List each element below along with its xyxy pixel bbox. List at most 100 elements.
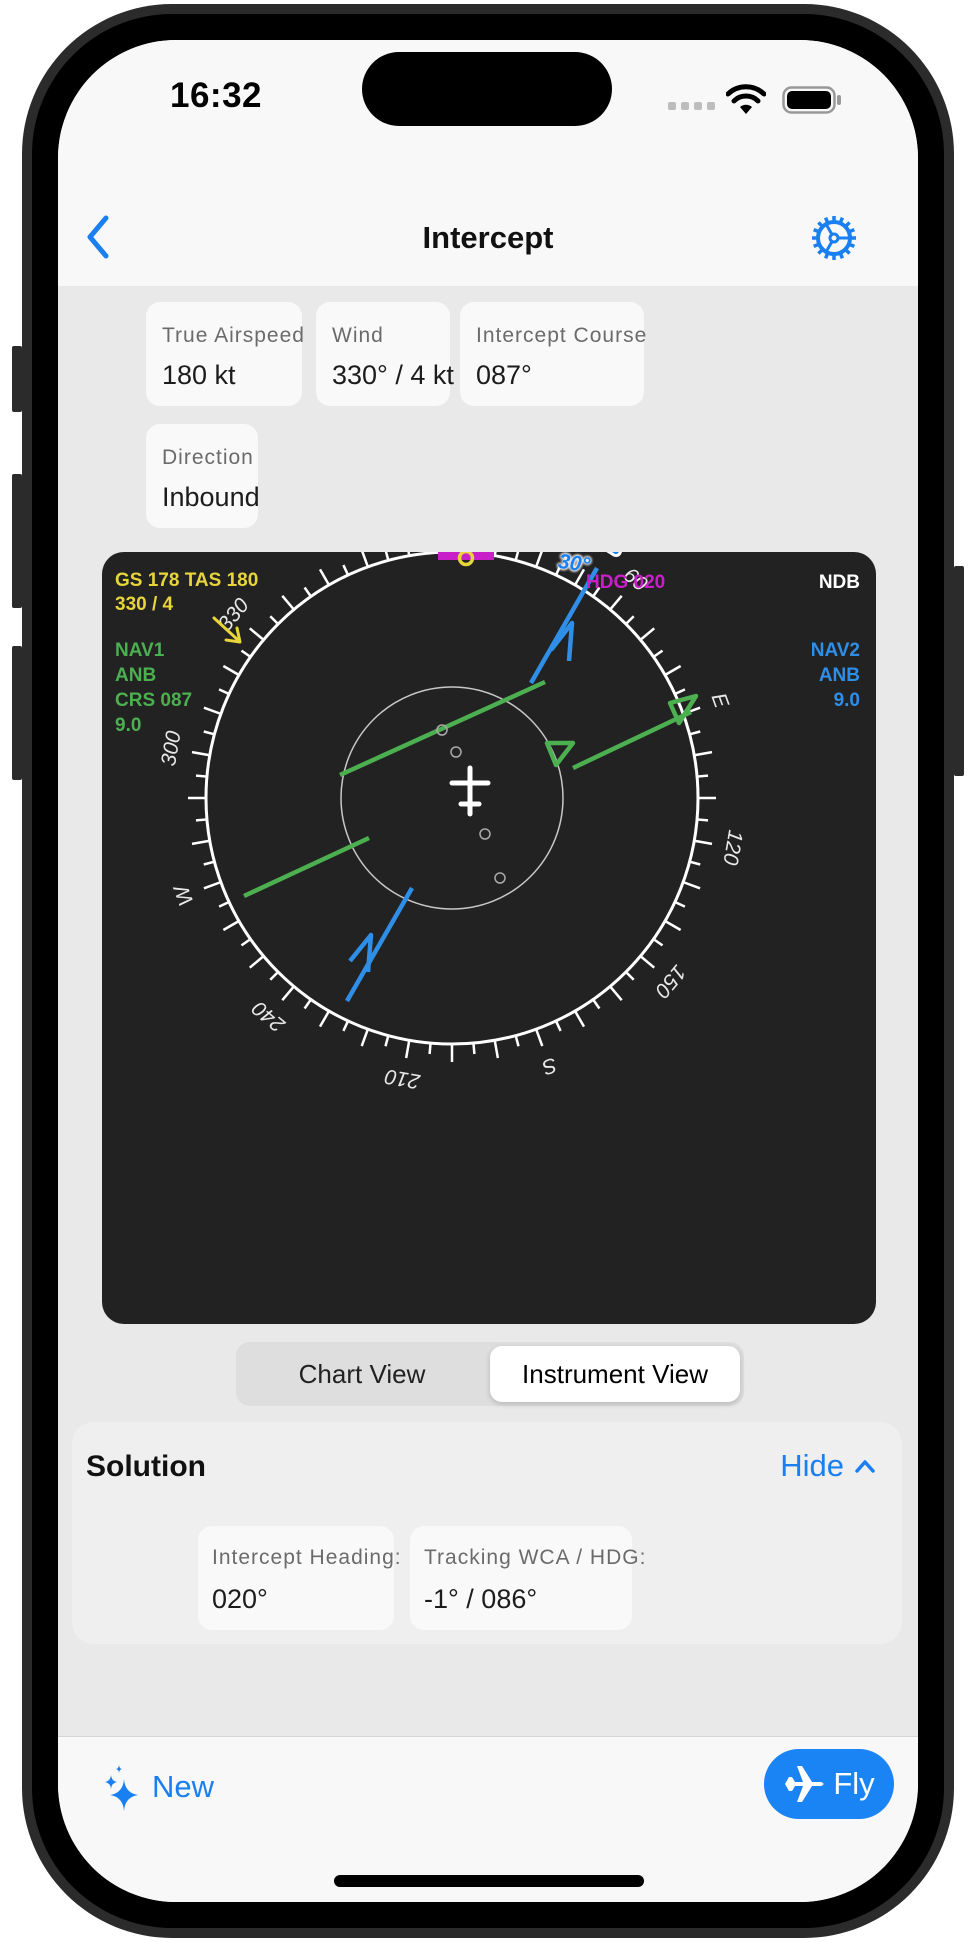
fly-button[interactable]: Fly	[764, 1749, 894, 1819]
compass-tick	[191, 750, 210, 757]
speed-readout: GS 178 TAS 180	[115, 570, 259, 591]
compass-tick	[248, 627, 265, 641]
intercept-course-field[interactable]: Intercept Course 087°	[460, 302, 648, 406]
compass-tick	[195, 774, 208, 778]
compass-tick	[534, 552, 543, 568]
volume-down-button	[12, 646, 22, 780]
compass-tick	[674, 900, 686, 908]
compass-tick	[248, 955, 265, 969]
airplane-icon	[785, 1766, 824, 1802]
compass-tick	[639, 955, 656, 969]
compass-tick	[203, 880, 222, 890]
status-time: 16:32	[170, 76, 263, 115]
field-value: 087°	[476, 360, 532, 390]
compass-tick	[696, 818, 709, 822]
intercept-heading-result: Intercept Heading: 020°	[198, 1526, 402, 1630]
compass-tick	[592, 998, 601, 1010]
nav1-course: CRS 087	[115, 690, 193, 711]
field-label: Intercept Course	[476, 324, 648, 347]
compass-cardinal-label: S	[539, 1053, 560, 1079]
nav1-title: NAV1	[115, 640, 165, 661]
direction-field[interactable]: Direction Inbound	[146, 424, 260, 528]
compass-degree-label: 150	[650, 960, 690, 1002]
field-value: 180 kt	[162, 360, 236, 390]
hide-label: Hide	[780, 1448, 844, 1483]
compass-tick	[534, 1028, 544, 1047]
result-value: 020°	[212, 1584, 268, 1614]
field-value: 330° / 4 kt	[332, 360, 454, 390]
compass-tick	[493, 1040, 500, 1059]
compass-cardinal-label: E	[707, 690, 734, 712]
page-title: Intercept	[422, 220, 554, 255]
compass-tick	[429, 552, 432, 554]
compass-tick	[573, 1010, 586, 1028]
cellular-signal-icon	[668, 102, 715, 110]
hsi-instrument[interactable]: N3060E120150S210240W300330	[102, 552, 876, 1324]
result-value: -1° / 086°	[424, 1584, 538, 1614]
wind-readout: 330 / 4	[115, 594, 174, 615]
field-label: Direction	[162, 446, 254, 469]
turn-amount-label: 30°	[556, 552, 592, 578]
sparkles-icon	[105, 1765, 138, 1811]
compass-tick	[342, 564, 350, 576]
true-airspeed-field[interactable]: True Airspeed 180 kt	[146, 302, 305, 406]
compass-tick	[514, 552, 520, 561]
volume-up-button	[12, 474, 22, 608]
nav1-course-deviation-bar	[339, 679, 546, 778]
compass-tick	[625, 971, 635, 981]
status-bar: 16:32	[58, 40, 918, 190]
tab-chart-view[interactable]: Chart View	[240, 1346, 484, 1402]
compass-tick	[472, 1042, 476, 1055]
compass-tick	[639, 627, 656, 641]
hide-solution-button[interactable]: Hide	[780, 1448, 876, 1484]
result-label: Tracking WCA / HDG:	[424, 1546, 647, 1569]
compass-tick	[404, 1040, 411, 1059]
compass-tick	[694, 839, 713, 846]
tab-instrument-view[interactable]: Instrument View	[490, 1346, 740, 1402]
compass-tick	[609, 594, 623, 611]
hsi-canvas: N3060E120150S210240W300330	[157, 552, 747, 1093]
compass-tick	[514, 1035, 520, 1047]
compass-tick	[281, 985, 295, 1002]
dynamic-island	[362, 52, 612, 126]
deviation-dot	[479, 828, 491, 840]
compass-tick	[222, 919, 240, 932]
screen: 16:32 Intercept True Airspeed 180 kt Win…	[58, 40, 918, 1902]
compass-ring	[204, 552, 700, 1046]
compass-tick	[360, 1028, 370, 1047]
mode-label: NDB	[818, 572, 860, 593]
compass-tick	[342, 1020, 350, 1032]
aircraft-symbol-icon	[449, 765, 491, 817]
wifi-icon	[726, 84, 766, 114]
compass-tick	[191, 839, 210, 846]
compass-tick	[696, 774, 709, 778]
compass-tick	[694, 750, 713, 757]
nav1-course-line-tail	[243, 835, 370, 899]
nav2-title: NAV2	[810, 640, 860, 661]
compass-tick	[674, 688, 686, 696]
compass-tick	[203, 730, 215, 736]
fly-label: Fly	[833, 1766, 875, 1801]
field-label: True Airspeed	[162, 324, 305, 347]
tracking-wca-result: Tracking WCA / HDG: -1° / 086°	[410, 1526, 647, 1630]
compass-tick	[625, 615, 635, 625]
compass-tick	[384, 1035, 390, 1047]
wind-field[interactable]: Wind 330° / 4 kt	[316, 302, 454, 406]
gear-icon[interactable]	[810, 214, 858, 262]
compass-tick	[318, 1010, 331, 1028]
compass-tick	[318, 568, 331, 586]
compass-cardinal-label: W	[169, 880, 198, 909]
nav2-ident: ANB	[818, 665, 860, 686]
compass-tick	[689, 730, 701, 736]
compass-tick	[361, 552, 370, 568]
compass-tick	[269, 971, 279, 981]
new-label: New	[152, 1769, 215, 1804]
compass-tick	[222, 664, 240, 677]
result-label: Intercept Heading:	[212, 1546, 402, 1569]
chevron-up-icon	[855, 1460, 875, 1473]
navigation-bar: Intercept	[58, 190, 918, 286]
compass-degree-label: 240	[248, 996, 291, 1037]
new-button[interactable]: New	[102, 1763, 214, 1811]
solution-title: Solution	[86, 1450, 206, 1483]
compass-tick	[218, 688, 230, 696]
